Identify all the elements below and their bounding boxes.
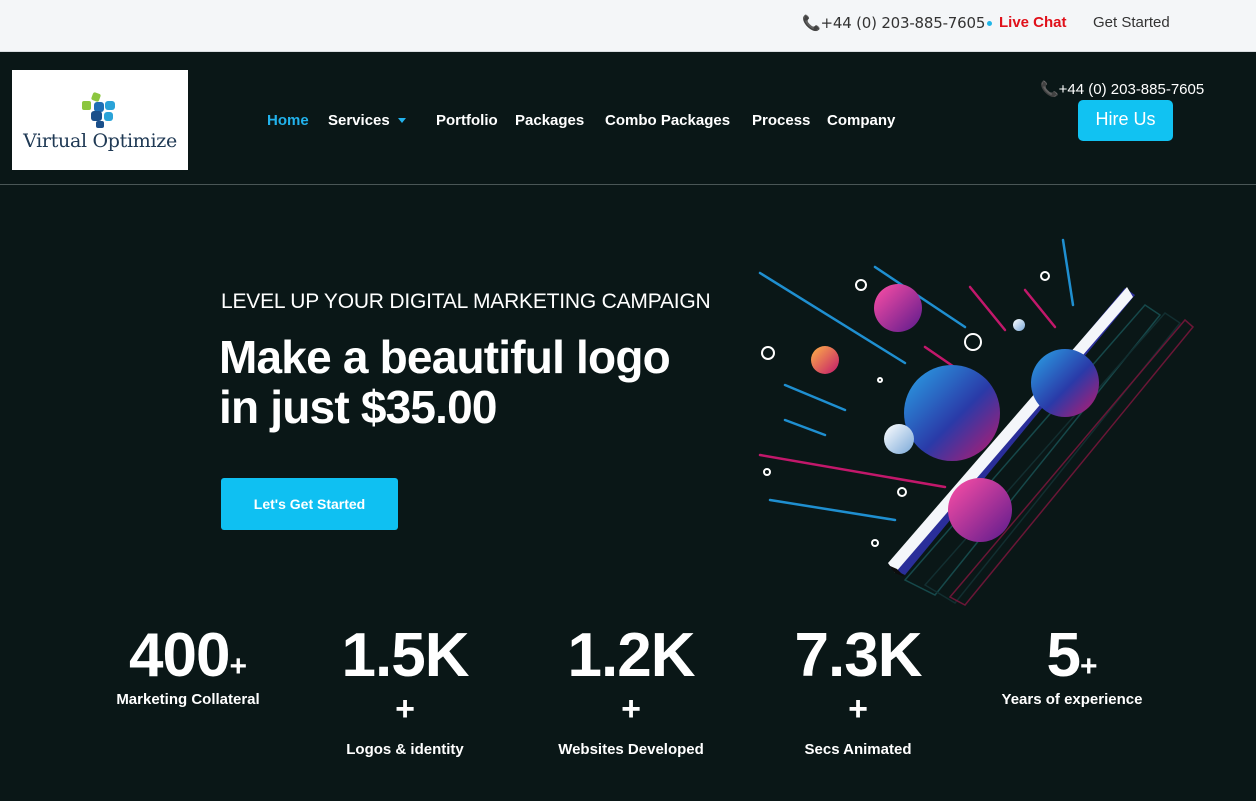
hero-eyebrow: LEVEL UP YOUR DIGITAL MARKETING CAMPAIGN [221, 290, 711, 313]
stat-label: Secs Animated [804, 741, 912, 758]
header-phone-link[interactable]: 📞+44 (0) 203-885-7605 [1040, 80, 1204, 98]
nav-process[interactable]: Process [752, 112, 810, 129]
chevron-down-icon[interactable] [398, 118, 406, 123]
stat-plus: + [1079, 650, 1098, 683]
stat-label: Logos & identity [346, 741, 464, 758]
hire-us-button[interactable]: Hire Us [1078, 100, 1173, 141]
stat-label: Years of experience [1001, 691, 1143, 708]
site-logo[interactable]: Virtual Optimize [12, 70, 188, 170]
logo-text: Virtual Optimize [23, 130, 177, 152]
stat-label: Marketing Collateral [116, 691, 260, 708]
stat-plus: + [395, 690, 415, 728]
stat-logos-identity: 1.5K + Logos & identity [305, 620, 505, 758]
hero-headline-line1: Make a beautiful logo [219, 331, 671, 383]
stat-marketing-collateral: 400+ Marketing Collateral [88, 620, 288, 708]
site-header: Virtual Optimize Home Services Portfolio… [0, 53, 1256, 185]
nav-combo-packages[interactable]: Combo Packages [605, 112, 730, 129]
stat-value: 1.2K [567, 621, 696, 690]
nav-packages[interactable]: Packages [515, 112, 584, 129]
hero-illustration [758, 238, 1195, 606]
stat-value: 5 [1046, 621, 1080, 690]
stat-secs-animated: 7.3K + Secs Animated [758, 620, 958, 758]
stat-label: Websites Developed [558, 741, 704, 758]
nav-home[interactable]: Home [267, 112, 309, 129]
topbar-get-started-link[interactable]: Get Started [1093, 14, 1170, 31]
stat-years-experience: 5+ Years of experience [972, 620, 1172, 708]
hero-headline-line2: in just $35.00 [219, 381, 498, 433]
stat-value: 400 [129, 621, 230, 690]
stat-plus: + [229, 650, 247, 683]
stat-value: 1.5K [341, 621, 470, 690]
stat-plus: + [848, 690, 868, 728]
lets-get-started-button[interactable]: Let's Get Started [221, 478, 398, 530]
stat-value: 7.3K [794, 621, 923, 690]
logo-mark-icon [82, 92, 115, 128]
nav-company[interactable]: Company [827, 112, 895, 129]
top-bar: 📞+44 (0) 203-885-7605 Live Chat Get Star… [0, 0, 1256, 52]
stat-plus: + [621, 690, 641, 728]
hero-headline: Make a beautiful logo in just $35.00 [219, 331, 671, 433]
topbar-phone-link[interactable]: 📞+44 (0) 203-885-7605 [802, 14, 985, 32]
nav-portfolio[interactable]: Portfolio [436, 112, 498, 129]
stat-websites-developed: 1.2K + Websites Developed [531, 620, 731, 758]
live-chat-dot-icon [987, 21, 992, 26]
nav-services[interactable]: Services [328, 112, 390, 129]
live-chat-link[interactable]: Live Chat [999, 14, 1067, 31]
